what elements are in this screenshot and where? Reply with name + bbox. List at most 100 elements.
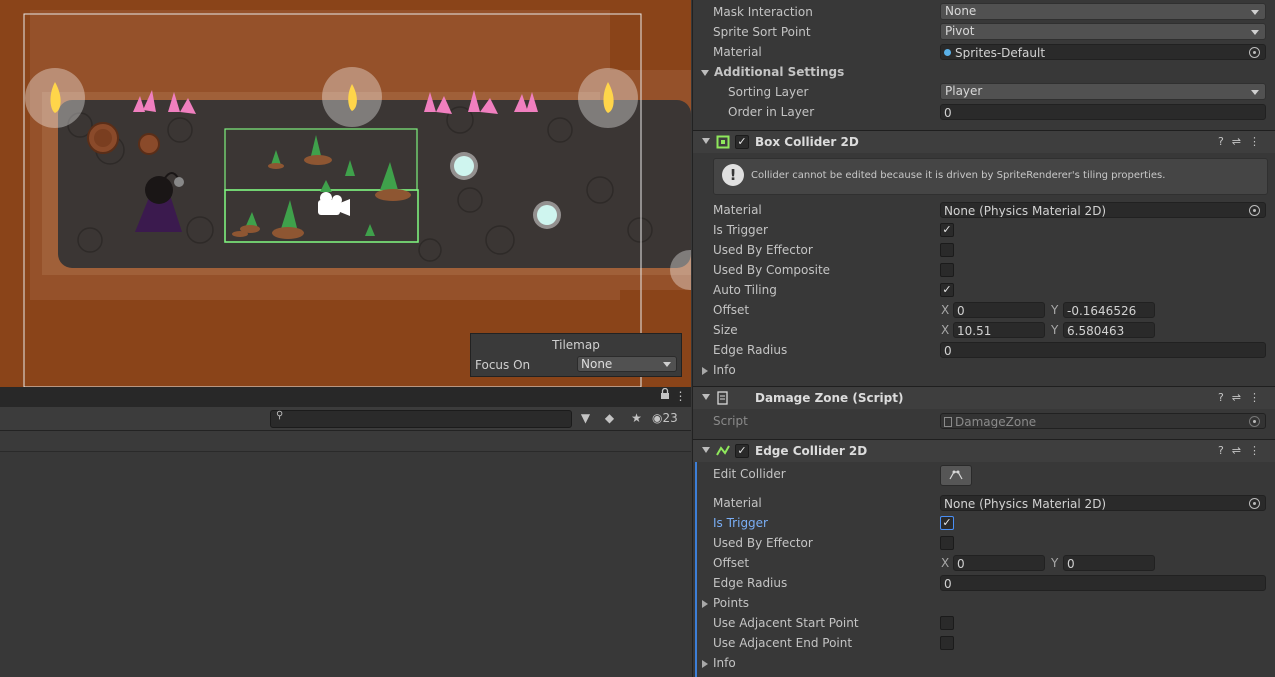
scene-canvas[interactable] <box>0 0 691 387</box>
x-axis-label: X <box>941 323 950 337</box>
visibility-toggle[interactable]: ◉23 <box>652 409 690 428</box>
box-collider-enabled-checkbox[interactable]: ✓ <box>735 135 749 149</box>
tag-icon[interactable]: ◆ <box>599 409 620 428</box>
foldout-open-icon <box>702 138 710 144</box>
x-axis-label: X <box>941 556 950 570</box>
box-collider-header[interactable]: ✓ Box Collider 2D ?⇌⋮ <box>693 130 1275 153</box>
y-axis-label: Y <box>1051 323 1059 337</box>
filter-icon[interactable]: ▼ <box>575 409 596 428</box>
more-icon[interactable]: ⋮ <box>1249 135 1268 148</box>
help-box-text: Collider cannot be edited because it is … <box>751 170 1166 181</box>
points-foldout[interactable]: Points <box>693 593 1275 613</box>
box-offset-row: Offset X0 Y -0.1646526 <box>693 300 1275 320</box>
sprite-sort-point-row: Sprite Sort Point Pivot <box>693 22 1275 42</box>
damage-zone-title: Damage Zone (Script) <box>755 391 904 405</box>
script-value: DamageZone <box>955 415 1037 429</box>
order-in-layer-label: Order in Layer <box>728 105 815 119</box>
focus-on-label: Focus On <box>475 358 531 372</box>
object-picker-icon[interactable] <box>1249 47 1260 58</box>
object-picker-icon[interactable] <box>1249 498 1260 509</box>
focus-on-dropdown[interactable]: None <box>577 356 677 372</box>
material-label: Material <box>713 45 762 59</box>
edge-material-field[interactable]: None (Physics Material 2D) <box>940 495 1266 511</box>
box-collider-icon <box>716 135 730 149</box>
use-adjacent-start-label: Use Adjacent Start Point <box>713 616 859 630</box>
edge-edge-radius-label: Edge Radius <box>713 576 788 590</box>
more-icon[interactable]: ⋮ <box>1249 391 1268 404</box>
box-used-by-effector-checkbox[interactable] <box>940 243 954 257</box>
box-size-y-input[interactable]: 6.580463 <box>1063 322 1155 338</box>
sorting-layer-row: Sorting Layer Player <box>693 82 1275 102</box>
preset-icon[interactable]: ⇌ <box>1232 444 1249 457</box>
more-icon[interactable]: ⋮ <box>1249 444 1268 457</box>
sorting-layer-value: Player <box>945 84 983 98</box>
mask-interaction-row: Mask Interaction None <box>693 2 1275 22</box>
edge-info-foldout[interactable]: Info <box>693 653 1275 673</box>
info-icon: ! <box>722 164 744 186</box>
chevron-down-icon <box>1251 30 1259 35</box>
box-offset-x-input[interactable]: 0 <box>953 302 1045 318</box>
object-picker-icon <box>1249 416 1260 427</box>
component-header-icons: ?⇌⋮ <box>1218 444 1268 457</box>
material-row: Material Sprites-Default <box>693 42 1275 62</box>
use-adjacent-start-checkbox[interactable] <box>940 616 954 630</box>
help-icon[interactable]: ? <box>1218 135 1232 148</box>
order-in-layer-input[interactable]: 0 <box>940 104 1266 120</box>
edge-used-by-effector-checkbox[interactable] <box>940 536 954 550</box>
sprite-sort-point-dropdown[interactable]: Pivot <box>940 23 1266 40</box>
foldout-closed-icon <box>702 600 708 608</box>
edge-edge-radius-input[interactable]: 0 <box>940 575 1266 591</box>
edit-collider-button[interactable] <box>940 465 972 486</box>
additional-settings-foldout[interactable]: Additional Settings <box>693 62 1275 82</box>
script-icon <box>716 391 730 405</box>
box-offset-label: Offset <box>713 303 750 317</box>
preset-icon[interactable]: ⇌ <box>1232 135 1249 148</box>
edge-offset-x-input[interactable]: 0 <box>953 555 1045 571</box>
use-adjacent-end-checkbox[interactable] <box>940 636 954 650</box>
box-material-field[interactable]: None (Physics Material 2D) <box>940 202 1266 218</box>
box-edge-radius-input[interactable]: 0 <box>940 342 1266 358</box>
chevron-down-icon <box>1251 10 1259 15</box>
use-adjacent-end-row: Use Adjacent End Point <box>693 633 1275 653</box>
edge-is-trigger-checkbox[interactable]: ✓ <box>940 516 954 530</box>
box-info-foldout[interactable]: Info <box>693 360 1275 380</box>
component-header-icons: ?⇌⋮ <box>1218 391 1268 404</box>
mask-interaction-label: Mask Interaction <box>713 5 813 19</box>
box-auto-tiling-checkbox[interactable]: ✓ <box>940 283 954 297</box>
preset-icon[interactable]: ⇌ <box>1232 391 1249 404</box>
help-icon[interactable]: ? <box>1218 444 1232 457</box>
mask-interaction-value: None <box>945 4 977 18</box>
search-input[interactable]: ⚲ <box>270 410 572 428</box>
box-is-trigger-row: Is Trigger ✓ <box>693 220 1275 240</box>
box-offset-y-input[interactable]: -0.1646526 <box>1063 302 1155 318</box>
edge-collider-header[interactable]: ✓ Edge Collider 2D ?⇌⋮ <box>693 439 1275 462</box>
box-material-label: Material <box>713 203 762 217</box>
help-box: ! Collider cannot be edited because it i… <box>713 158 1268 195</box>
box-auto-tiling-row: Auto Tiling ✓ <box>693 280 1275 300</box>
edge-edge-radius-row: Edge Radius 0 <box>693 573 1275 593</box>
box-used-by-composite-checkbox[interactable] <box>940 263 954 277</box>
star-icon[interactable]: ★ <box>626 409 647 428</box>
sorting-layer-dropdown[interactable]: Player <box>940 83 1266 100</box>
damage-zone-header[interactable]: Damage Zone (Script) ?⇌⋮ <box>693 386 1275 409</box>
more-icon[interactable]: ⋮ <box>670 387 691 406</box>
edge-offset-y-input[interactable]: 0 <box>1063 555 1155 571</box>
help-icon[interactable]: ? <box>1218 391 1232 404</box>
edge-collider-enabled-checkbox[interactable]: ✓ <box>735 444 749 458</box>
edge-is-trigger-row: Is Trigger ✓ <box>693 513 1275 533</box>
mask-interaction-dropdown[interactable]: None <box>940 3 1266 20</box>
box-size-x-input[interactable]: 10.51 <box>953 322 1045 338</box>
edit-collider-icon <box>949 470 963 480</box>
foldout-open-icon <box>702 447 710 453</box>
foldout-closed-icon <box>702 367 708 375</box>
chevron-down-icon <box>663 362 671 367</box>
component-header-icons: ?⇌⋮ <box>1218 135 1268 148</box>
hierarchy-panel: ⋮ ⚲ ▼ ◆ ★ ◉23 <box>0 387 691 677</box>
object-picker-icon[interactable] <box>1249 205 1260 216</box>
search-icon: ⚲ <box>276 410 284 421</box>
y-axis-label: Y <box>1051 303 1059 317</box>
material-field[interactable]: Sprites-Default <box>940 44 1266 60</box>
box-used-by-composite-label: Used By Composite <box>713 263 831 277</box>
box-is-trigger-checkbox[interactable]: ✓ <box>940 223 954 237</box>
scene-view[interactable]: Tilemap Focus On None <box>0 0 691 387</box>
